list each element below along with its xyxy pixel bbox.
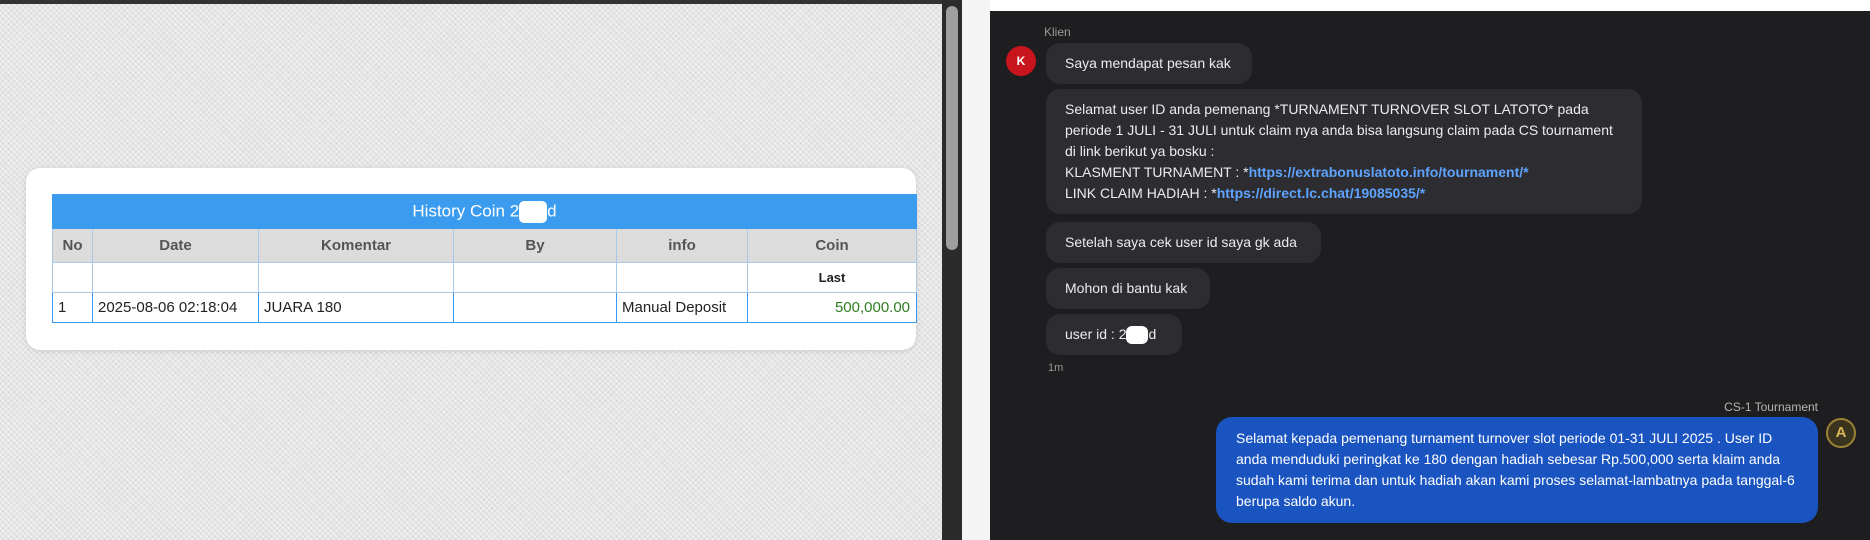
- coin-subheader-last: Last: [746, 262, 918, 293]
- cell-coin: 500,000.00: [746, 292, 918, 323]
- message-line: Selamat user ID anda pemenang *TURNAMENT…: [1065, 101, 1589, 117]
- left-scrollbar-thumb[interactable]: [946, 6, 958, 250]
- top-bar: [0, 0, 942, 4]
- cell-no: 1: [52, 292, 93, 323]
- client-message-3: Setelah saya cek user id saya gk ada: [1046, 222, 1321, 263]
- table-title: History Coin 2 d: [51, 194, 918, 229]
- user-id-prefix: user id : 2: [1065, 326, 1127, 342]
- agent-label: CS-1 Tournament: [1724, 400, 1818, 414]
- klasment-link[interactable]: https://extrabonuslatoto.info/tournament…: [1249, 164, 1529, 180]
- message-timestamp: 1m: [1048, 362, 1064, 374]
- history-coin-card: History Coin 2 d No Date Komentar By info…: [26, 168, 918, 350]
- client-message-5: user id : 2 d: [1046, 314, 1182, 355]
- sender-label: Klien: [1044, 25, 1071, 39]
- user-id-suffix: d: [1148, 326, 1157, 342]
- message-line: LINK CLAIM HADIAH : *https://direct.lc.c…: [1065, 183, 1623, 204]
- claim-label: LINK CLAIM HADIAH : *: [1065, 185, 1217, 201]
- subheader-row: Last: [52, 262, 918, 293]
- client-message-1: Saya mendapat pesan kak: [1046, 43, 1252, 84]
- agent-avatar: A: [1826, 418, 1856, 448]
- column-header-info[interactable]: info: [616, 228, 748, 263]
- chat-pane: Klien K Saya mendapat pesan kak Selamat …: [990, 11, 1870, 540]
- column-header-by[interactable]: By: [453, 228, 617, 263]
- message-line: periode 1 JULI - 31 JULI untuk claim nya…: [1065, 122, 1613, 138]
- message-line: di link berikut ya bosku :: [1065, 143, 1215, 159]
- cell-info: Manual Deposit: [616, 292, 748, 323]
- claim-link[interactable]: https://direct.lc.chat/19085035/*: [1217, 185, 1426, 201]
- client-avatar: K: [1006, 46, 1036, 76]
- header-row: No Date Komentar By info Coin: [52, 228, 918, 263]
- table-title-prefix: History Coin 2: [412, 200, 520, 220]
- cell-komentar: JUARA 180: [258, 292, 454, 323]
- column-header-date[interactable]: Date: [92, 228, 259, 263]
- column-header-coin[interactable]: Coin: [746, 228, 918, 263]
- pane-divider: [962, 0, 990, 540]
- left-admin-pane: History Coin 2 d No Date Komentar By info…: [0, 0, 942, 540]
- cell-by: [453, 292, 617, 323]
- agent-message: Selamat kepada pemenang turnament turnov…: [1216, 417, 1818, 523]
- column-header-komentar[interactable]: Komentar: [258, 228, 454, 263]
- redacted-block: [519, 200, 548, 223]
- column-header-no[interactable]: No: [52, 228, 93, 263]
- cell-date: 2025-08-06 02:18:04: [92, 292, 259, 323]
- client-message-2: Selamat user ID anda pemenang *TURNAMENT…: [1046, 89, 1642, 214]
- message-line: KLASMENT TURNAMENT : *https://extrabonus…: [1065, 162, 1623, 183]
- klasment-label: KLASMENT TURNAMENT : *: [1065, 164, 1249, 180]
- table-title-suffix: d: [547, 200, 557, 220]
- redacted-block: [1126, 326, 1149, 345]
- client-message-4: Mohon di bantu kak: [1046, 268, 1210, 309]
- table-row: 1 2025-08-06 02:18:04 JUARA 180 Manual D…: [52, 292, 918, 323]
- history-coin-table: History Coin 2 d No Date Komentar By info…: [51, 194, 918, 323]
